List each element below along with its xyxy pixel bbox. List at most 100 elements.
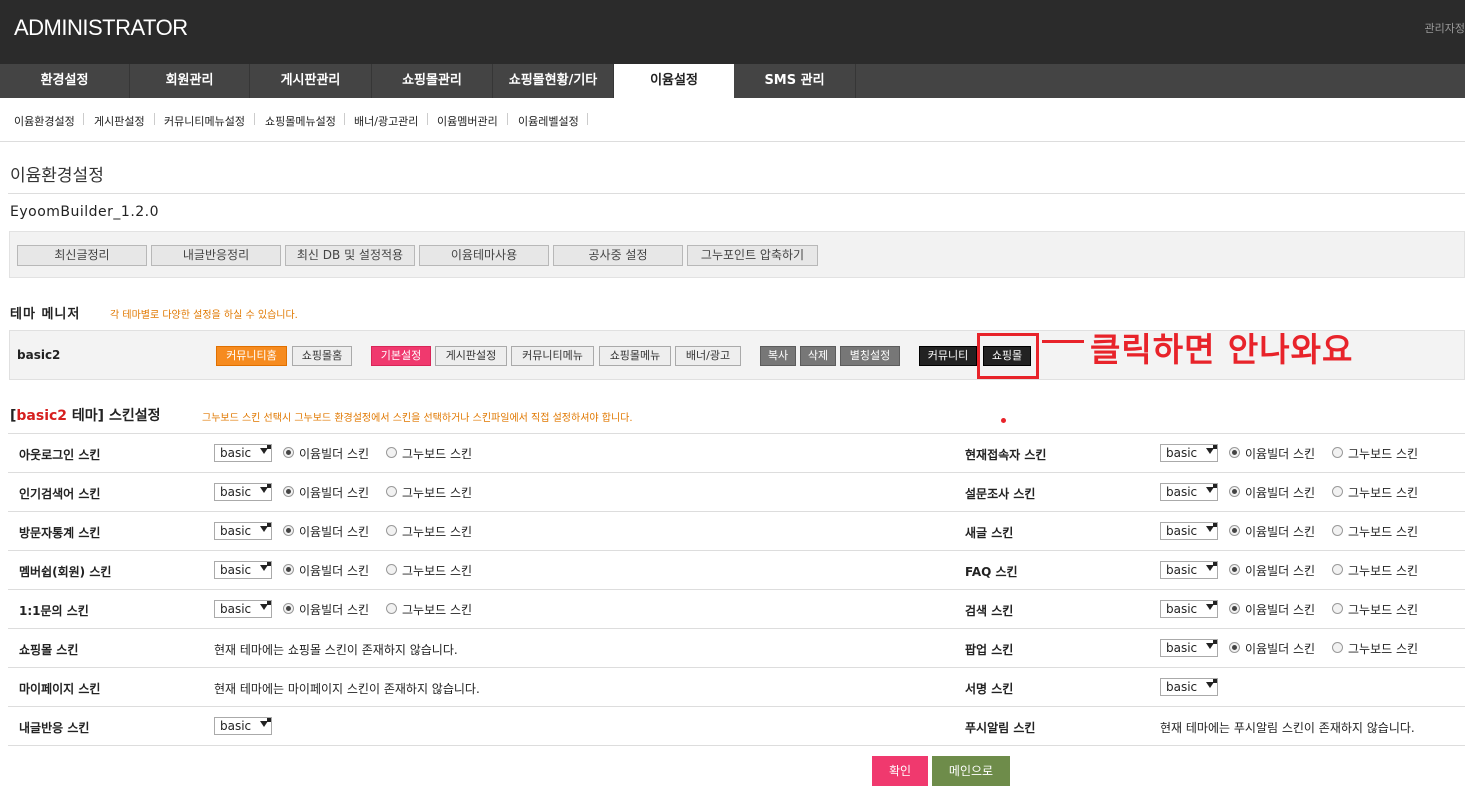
select-corner-mark <box>1213 679 1217 683</box>
alias-setting-button[interactable]: 별칭설정 <box>840 346 900 366</box>
community-menu-button[interactable]: 커뮤니티메뉴 <box>511 346 594 366</box>
radio-eyoom-skin[interactable] <box>1229 525 1240 536</box>
skin-select-value: basic <box>220 524 252 538</box>
banner-ad-button[interactable]: 배너/광고 <box>675 346 741 366</box>
radio-eyoom-skin[interactable] <box>1229 642 1240 653</box>
header: ADMINISTRATOR 관리자정 <box>0 0 1465 64</box>
tab-environment[interactable]: 환경설정 <box>0 64 130 98</box>
main-page-button[interactable]: 메인으로 <box>932 756 1010 786</box>
radio-gnu-skin[interactable] <box>1332 447 1343 458</box>
subnav-community-menu[interactable]: 커뮤니티메뉴설정 <box>164 113 245 129</box>
theme-name: basic2 <box>17 348 61 362</box>
radio-gnu-skin[interactable] <box>1332 486 1343 497</box>
skin-select[interactable]: basic <box>214 600 272 618</box>
radio-eyoom-skin[interactable] <box>283 486 294 497</box>
subnav-members[interactable]: 이윰멤버관리 <box>437 113 498 129</box>
delete-button[interactable]: 삭제 <box>800 346 836 366</box>
skin-label: 1:1문의 스킨 <box>19 604 89 618</box>
radio-gnu-label: 그누보드 스킨 <box>1348 603 1419 617</box>
radio-gnu-skin[interactable] <box>386 525 397 536</box>
radio-gnu-label: 그누보드 스킨 <box>1348 447 1419 461</box>
community-home-button[interactable]: 커뮤니티홈 <box>216 346 287 366</box>
tab-boards[interactable]: 게시판관리 <box>250 64 372 98</box>
skin-select[interactable]: basic <box>1160 600 1218 618</box>
skin-select-value: basic <box>220 602 252 616</box>
shop-home-button[interactable]: 쇼핑몰홈 <box>292 346 352 366</box>
skin-select-value: basic <box>220 446 252 460</box>
radio-eyoom-skin[interactable] <box>1229 447 1240 458</box>
select-corner-mark <box>267 523 271 527</box>
skin-select[interactable]: basic <box>214 717 272 735</box>
subnav-board-settings[interactable]: 게시판설정 <box>94 113 145 129</box>
subnav-divider <box>427 113 428 125</box>
skin-select[interactable]: basic <box>1160 639 1218 657</box>
skin-select[interactable]: basic <box>214 522 272 540</box>
maintenance-actions: 최신글정리 내글반응정리 최신 DB 및 설정적용 이윰테마사용 공사중 설정 … <box>9 231 1465 278</box>
community-button[interactable]: 커뮤니티 <box>919 346 977 366</box>
skin-label: 마이페이지 스킨 <box>19 682 101 696</box>
radio-gnu-skin[interactable] <box>1332 603 1343 614</box>
compress-points-button[interactable]: 그누포인트 압축하기 <box>687 245 818 266</box>
basic-setting-button[interactable]: 기본설정 <box>371 346 431 366</box>
skin-select[interactable]: basic <box>214 561 272 579</box>
clean-latest-button[interactable]: 최신글정리 <box>17 245 147 266</box>
skin-select[interactable]: basic <box>1160 444 1218 462</box>
select-corner-mark <box>267 718 271 722</box>
clean-reactions-button[interactable]: 내글반응정리 <box>151 245 281 266</box>
tab-members[interactable]: 회원관리 <box>130 64 250 98</box>
construction-mode-button[interactable]: 공사중 설정 <box>553 245 683 266</box>
tab-shop[interactable]: 쇼핑몰관리 <box>372 64 493 98</box>
skin-select[interactable]: basic <box>214 483 272 501</box>
radio-gnu-skin[interactable] <box>1332 642 1343 653</box>
admin-logo[interactable]: ADMINISTRATOR <box>14 15 188 41</box>
radio-eyoom-skin[interactable] <box>283 603 294 614</box>
skin-select-value: basic <box>220 563 252 577</box>
annotation-dot <box>1001 418 1006 423</box>
skin-select-value: basic <box>1166 641 1198 655</box>
skin-select[interactable]: basic <box>1160 483 1218 501</box>
confirm-button[interactable]: 확인 <box>872 756 928 786</box>
subnav-shop-menu[interactable]: 쇼핑몰메뉴설정 <box>265 113 336 129</box>
tab-sms[interactable]: SMS 관리 <box>734 64 856 98</box>
apply-db-settings-button[interactable]: 최신 DB 및 설정적용 <box>285 245 415 266</box>
tab-shop-status[interactable]: 쇼핑몰현황/기타 <box>493 64 614 98</box>
tab-eyoom-settings[interactable]: 이윰설정 <box>614 64 734 98</box>
select-corner-mark <box>1213 523 1217 527</box>
radio-eyoom-skin[interactable] <box>283 525 294 536</box>
skin-row: 방문자통계 스킨 basic 이윰빌더 스킨 그누보드 스킨 새글 스킨 basic 이윰빌… <box>8 512 1465 551</box>
radio-gnu-skin[interactable] <box>1332 525 1343 536</box>
radio-eyoom-skin[interactable] <box>283 564 294 575</box>
divider <box>8 193 1465 194</box>
board-setting-button[interactable]: 게시판설정 <box>435 346 507 366</box>
annotation-text: 클릭하면 안나와요 <box>1090 330 1354 369</box>
radio-eyoom-label: 이윰빌더 스킨 <box>299 447 370 461</box>
radio-gnu-skin[interactable] <box>1332 564 1343 575</box>
admin-info-link[interactable]: 관리자정 <box>1425 20 1465 36</box>
radio-eyoom-label: 이윰빌더 스킨 <box>1245 525 1316 539</box>
radio-eyoom-skin[interactable] <box>1229 486 1240 497</box>
radio-eyoom-skin[interactable] <box>1229 564 1240 575</box>
skin-label: 팝업 스킨 <box>965 643 1014 657</box>
radio-gnu-label: 그누보드 스킨 <box>402 603 473 617</box>
skin-label: 멤버쉽(회원) 스킨 <box>19 565 112 579</box>
radio-gnu-skin[interactable] <box>386 486 397 497</box>
skin-select[interactable]: basic <box>1160 678 1218 696</box>
subnav-banner-ad[interactable]: 배너/광고관리 <box>354 113 418 129</box>
subnav-eyoom-env[interactable]: 이윰환경설정 <box>14 113 75 129</box>
skin-select[interactable]: basic <box>214 444 272 462</box>
shop-menu-button[interactable]: 쇼핑몰메뉴 <box>599 346 671 366</box>
skin-select[interactable]: basic <box>1160 522 1218 540</box>
skin-label: 쇼핑몰 스킨 <box>19 643 79 657</box>
skin-label: 새글 스킨 <box>965 526 1014 540</box>
use-eyoom-theme-button[interactable]: 이윰테마사용 <box>419 245 549 266</box>
skin-row: 멤버쉽(회원) 스킨 basic 이윰빌더 스킨 그누보드 스킨 FAQ 스킨 basic… <box>8 551 1465 590</box>
radio-gnu-skin[interactable] <box>386 564 397 575</box>
radio-eyoom-skin[interactable] <box>283 447 294 458</box>
skin-label: 푸시알림 스킨 <box>965 721 1036 735</box>
skin-select[interactable]: basic <box>1160 561 1218 579</box>
radio-gnu-skin[interactable] <box>386 603 397 614</box>
copy-button[interactable]: 복사 <box>760 346 796 366</box>
subnav-levels[interactable]: 이윰레벨설정 <box>518 113 579 129</box>
radio-gnu-skin[interactable] <box>386 447 397 458</box>
radio-eyoom-skin[interactable] <box>1229 603 1240 614</box>
